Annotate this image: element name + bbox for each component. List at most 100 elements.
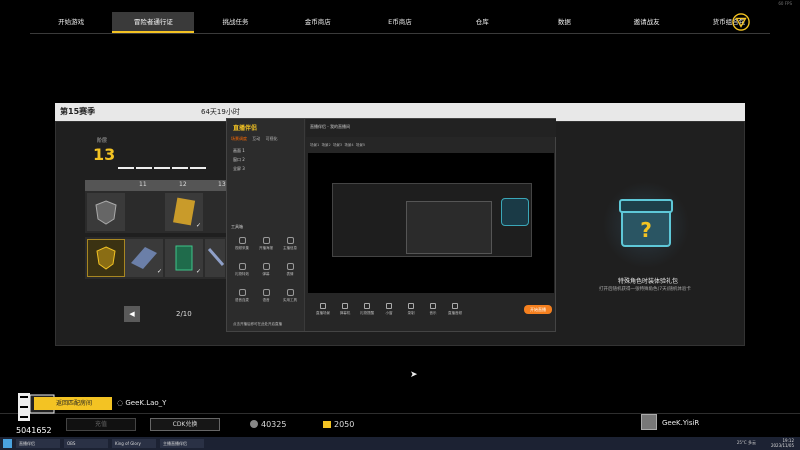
user-icon [286, 237, 294, 244]
svg-text:?: ? [640, 218, 652, 242]
ecoin-value: 2050 [334, 420, 355, 429]
ecoin-balance: 2050 [323, 420, 354, 429]
tool-label: 礼物特效 [235, 272, 249, 276]
streaming-main: 直播伴侣 - 我的直播间 场景1 场景2 场景3 场景4 场景5 直播场景 弹幕… [306, 119, 556, 331]
scene-tab[interactable]: 场景5 [356, 143, 365, 147]
tool-icon [286, 289, 294, 296]
preview-nested-window [406, 201, 492, 254]
reward-title: 特殊角色时装体验礼包 [618, 278, 679, 285]
streaming-tab[interactable]: 互动 [252, 136, 260, 141]
taskbar-item[interactable]: 直播伴侣 [16, 439, 60, 448]
tab-stats[interactable]: 数据 [523, 12, 605, 33]
control-gift[interactable]: 礼物提醒 [358, 303, 376, 316]
player-name-text: GeeK.Lao_Y [125, 399, 167, 407]
level-number: 13 [93, 145, 116, 164]
music-icon [430, 303, 436, 309]
free-reward-row: ✓ [85, 191, 226, 233]
fps-counter: 60 FPS [778, 1, 792, 6]
tool-label: 开播海报 [259, 246, 273, 250]
ecoin-icon [323, 421, 331, 428]
poster-tool[interactable]: 开播海报 [255, 237, 277, 251]
cdk-redeem-button[interactable]: CDK兑换 [150, 418, 220, 431]
scene-icon [320, 303, 326, 309]
danmaku-tool[interactable]: 弹幕 [255, 263, 277, 277]
emoji-tool[interactable]: 表情 [279, 263, 301, 277]
video-capture-tool[interactable]: 视频采集 [231, 237, 253, 251]
tab-start-game[interactable]: 开始游戏 [30, 12, 112, 33]
recharge-button[interactable]: 充值 [66, 418, 136, 431]
streaming-app-window: 直播伴侣 场景调度 互动 可视化 画面 1 窗口 2 全屏 3 工具箱 视频采集… [226, 118, 556, 332]
gold-shield-icon[interactable] [87, 239, 125, 277]
player-name-left: ◌ GeeK.Lao_Y [117, 399, 167, 407]
page-indicator: 2/10 [176, 310, 192, 318]
reward-column-header: 11 12 13 [85, 180, 226, 191]
mystery-box-icon: ? [619, 199, 673, 247]
control-label: 礼物提醒 [360, 311, 374, 315]
tab-challenges[interactable]: 挑战任务 [194, 12, 276, 33]
windows-taskbar: 直播伴侣 OBS King of Glory 主播直播伴侣 25°C 多云 19… [0, 437, 800, 450]
coin-balance: 40325 [250, 420, 286, 429]
top-navigation: 开始游戏 冒险者通行证 挑战任务 金币商店 E币商店 仓库 数据 邀请战友 货币… [30, 12, 770, 34]
voice-link-tool[interactable]: 语音连麦 [231, 289, 253, 303]
scene-tab[interactable]: 场景3 [333, 143, 342, 147]
control-label: 小窗 [385, 311, 393, 315]
voice-tool[interactable]: 语音 [255, 289, 277, 303]
control-danmaku[interactable]: 弹幕机 [336, 303, 354, 316]
season-title: 第15赛季 [60, 107, 96, 116]
preview-capture [332, 183, 532, 257]
shield-badge-icon[interactable] [87, 193, 125, 231]
mouse-cursor-icon: ➤ [410, 370, 418, 380]
streamer-info-tool[interactable]: 主播信息 [279, 237, 301, 251]
return-to-room-button[interactable]: 返回匹配房间 [34, 397, 112, 410]
control-music[interactable]: 音乐 [424, 303, 442, 316]
streaming-tab[interactable]: 场景调度 [231, 136, 247, 141]
tab-invite[interactable]: 邀请战友 [606, 12, 688, 33]
tab-e-shop[interactable]: E币商店 [359, 12, 441, 33]
control-mini[interactable]: 小窗 [380, 303, 398, 316]
scene-tab[interactable]: 场景2 [321, 143, 330, 147]
level-label: 阶层 [97, 138, 108, 144]
poster-icon [262, 237, 270, 244]
tab-currency-pack[interactable]: 货币组合包 [688, 12, 770, 33]
tool-label: 语音 [262, 298, 270, 302]
tab-gold-shop[interactable]: 金币商店 [277, 12, 359, 33]
scene-tab[interactable]: 场景4 [344, 143, 353, 147]
user-id: 5041652 [16, 426, 52, 435]
preview-box-icon [501, 198, 529, 226]
taskbar-item[interactable]: 主播直播伴侣 [160, 439, 204, 448]
taskbar-item[interactable]: OBS [64, 439, 108, 448]
source-item[interactable]: 画面 1 [233, 148, 245, 154]
control-label: 弹幕机 [339, 311, 351, 315]
coin-value: 40325 [261, 420, 287, 429]
gift-effect-tool[interactable]: 礼物特效 [231, 263, 253, 277]
control-label: 音乐 [429, 311, 437, 315]
tab-warehouse[interactable]: 仓库 [441, 12, 523, 33]
streaming-tab[interactable]: 可视化 [266, 136, 278, 141]
weapon-reward[interactable] [205, 239, 225, 277]
control-record[interactable]: 录制 [402, 303, 420, 316]
clock-date: 2023/11/05 [770, 443, 794, 448]
start-icon[interactable] [3, 439, 12, 448]
streaming-tip: 点击开播后即可在此处开启直播 [233, 322, 282, 326]
start-live-button[interactable]: 开始直播 [524, 305, 552, 314]
avatar[interactable] [641, 414, 657, 430]
utility-tool[interactable]: 实用工具 [279, 289, 301, 303]
control-label: 直播音频 [448, 311, 462, 315]
speaker-icon [452, 303, 458, 309]
prev-page-button[interactable]: ◀ [124, 306, 140, 322]
control-audio[interactable]: 直播音频 [446, 303, 464, 316]
taskbar-item[interactable]: King of Glory [112, 439, 156, 448]
taskbar-clock[interactable]: 19:12 2023/11/05 [771, 438, 794, 448]
mystery-box-image[interactable]: ? [602, 182, 690, 268]
tab-battle-pass[interactable]: 冒险者通行证 [112, 12, 195, 33]
source-item[interactable]: 窗口 2 [233, 157, 245, 163]
control-scene[interactable]: 直播场景 [314, 303, 332, 316]
triangle-logo-icon[interactable] [732, 13, 750, 31]
scene-tabs: 场景1 场景2 场景3 场景4 场景5 [310, 143, 365, 148]
source-item[interactable]: 全屏 3 [233, 166, 245, 172]
scene-tab[interactable]: 场景1 [310, 143, 319, 147]
record-icon [408, 303, 414, 309]
tool-label: 实用工具 [283, 298, 297, 302]
system-tray[interactable]: 25°C 多云 [737, 440, 756, 446]
stream-preview[interactable] [308, 153, 554, 293]
